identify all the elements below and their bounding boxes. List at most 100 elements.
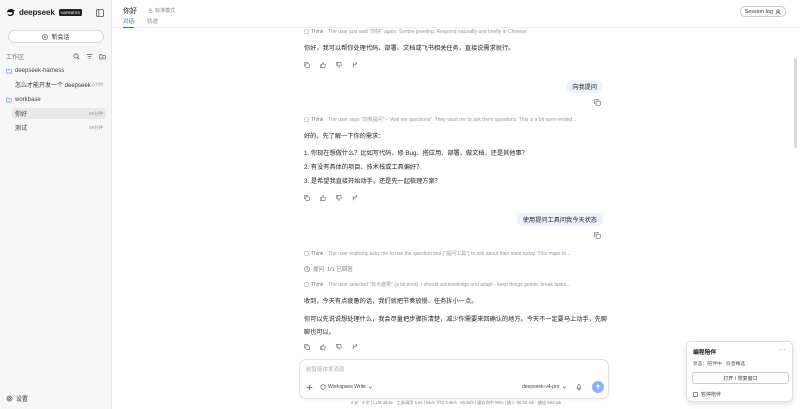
workspace-group-workbase[interactable]: workbase bbox=[6, 97, 41, 103]
composer: Workspace Write deepseek-v4-pro bbox=[299, 359, 609, 399]
list-item: 1. 你现在想做什么？比如写代码、修 Bug、搭应用、部署、做文档，还是其他事？ bbox=[304, 150, 528, 157]
workspace-header: 工作区 bbox=[6, 52, 106, 61]
thumbs-down-icon[interactable] bbox=[336, 344, 342, 350]
tab-trace[interactable]: 轨迹 bbox=[147, 17, 158, 27]
companion-panel: 编程陪伴 ··· 状态：陪伴中 · 抖音精选 打开 / 恢复窗口 暂停陪伴 bbox=[686, 341, 793, 402]
sidebar-toggle-icon[interactable] bbox=[96, 9, 104, 17]
copy-icon[interactable] bbox=[594, 99, 601, 106]
tool-status: 1/1 已回答 bbox=[327, 267, 353, 273]
think-text: · The user selected "有点疲惫" (a bit tired)… bbox=[325, 282, 571, 288]
branch-icon[interactable] bbox=[352, 195, 358, 201]
send-button[interactable] bbox=[592, 381, 604, 393]
think-block[interactable]: Think · The user says "向我提问" - "Ask me q… bbox=[304, 116, 602, 123]
session-item-active[interactable]: 你好 56分钟 bbox=[12, 108, 106, 119]
thumbs-down-icon[interactable] bbox=[336, 62, 342, 68]
pause-checkbox[interactable]: 暂停陪伴 bbox=[693, 391, 721, 398]
think-label: Think bbox=[311, 116, 324, 123]
open-window-button[interactable]: 打开 / 恢复窗口 bbox=[692, 372, 789, 384]
user-message: 使用提问工具问我今天状态 bbox=[516, 213, 603, 226]
session-log-label: Session log bbox=[744, 8, 773, 15]
workspace-mode-label: Workspace Write bbox=[328, 384, 366, 390]
session-time: 2小时 bbox=[91, 81, 103, 87]
brain-icon bbox=[304, 282, 309, 287]
settings-label: 设置 bbox=[16, 397, 29, 403]
assistant-message: 好的，先了解一下你的需求： bbox=[304, 133, 385, 140]
checkbox-box[interactable] bbox=[693, 392, 698, 397]
tab-chat[interactable]: 对话 bbox=[123, 17, 135, 28]
assistant-message: 收到，今天有点疲惫的话，我们就把节奏放慢、任务拆小一点。 bbox=[304, 298, 478, 305]
copy-icon[interactable] bbox=[304, 195, 310, 201]
deepseek-logo-icon bbox=[7, 9, 15, 17]
brand: deepseek HARNESS bbox=[6, 8, 83, 17]
thumbs-up-icon[interactable] bbox=[320, 344, 326, 350]
thumbs-down-icon[interactable] bbox=[336, 195, 342, 201]
session-log-button[interactable]: Session log bbox=[739, 6, 786, 17]
session-title: 测试 bbox=[15, 126, 28, 132]
filter-icon[interactable] bbox=[86, 53, 93, 60]
user-icon bbox=[775, 8, 781, 14]
model-selector[interactable]: deepseek-v4-pro bbox=[522, 384, 567, 390]
think-label: Think bbox=[311, 28, 324, 35]
more-icon[interactable]: ··· bbox=[779, 347, 787, 353]
workspace-title: 工作区 bbox=[6, 55, 25, 61]
topbar: 你好 标准模式 对话 轨迹 Session log bbox=[112, 0, 800, 28]
mode-indicator[interactable]: 标准模式 bbox=[148, 7, 175, 14]
tool-label: 提问 bbox=[313, 267, 325, 273]
page-title: 你好 bbox=[123, 8, 137, 15]
think-block[interactable]: Think · The user just said "你好" again. S… bbox=[304, 28, 602, 35]
arrow-up-icon bbox=[595, 384, 601, 390]
new-chat-label: 新会话 bbox=[51, 35, 70, 41]
search-icon[interactable] bbox=[73, 53, 80, 60]
new-chat-button[interactable]: 新会话 bbox=[8, 30, 104, 43]
session-item[interactable]: 怎么才能开发一个 deepseek... 2小时 bbox=[12, 79, 106, 90]
thumbs-up-icon[interactable] bbox=[320, 195, 326, 201]
settings-button[interactable]: 设置 bbox=[6, 394, 28, 403]
user-message: 向我提问 bbox=[566, 80, 603, 93]
think-text: · The user just said "你好" again. Simple … bbox=[325, 29, 528, 35]
think-label: Think bbox=[311, 281, 324, 288]
assistant-message: 你好，我可以帮你处理代码、部署、文档或飞书相关任务，直接说需求就行。 bbox=[304, 45, 515, 52]
copy-icon[interactable] bbox=[304, 62, 310, 68]
plus-icon[interactable] bbox=[306, 384, 313, 391]
session-title: 怎么才能开发一个 deepseek... bbox=[15, 83, 92, 89]
brain-icon bbox=[304, 29, 309, 34]
branch-icon[interactable] bbox=[352, 344, 358, 350]
session-item[interactable]: 测试 59分钟 bbox=[12, 122, 106, 133]
list-item: 3. 是希望我直接开始动手，还是先一起梳理方案？ bbox=[304, 178, 441, 185]
message-actions bbox=[304, 195, 358, 201]
lock-icon bbox=[148, 8, 153, 13]
copy-icon[interactable] bbox=[304, 344, 310, 350]
think-block[interactable]: Think · The user selected "有点疲惫" (a bit … bbox=[304, 281, 602, 288]
microphone-icon[interactable] bbox=[576, 384, 582, 391]
message-actions bbox=[304, 344, 358, 350]
session-time: 56分钟 bbox=[88, 110, 103, 116]
shield-icon bbox=[320, 384, 326, 390]
group-name: deepseek-harness bbox=[15, 68, 65, 74]
session-time: 59分钟 bbox=[88, 124, 103, 130]
assistant-message: 你可以先说说想处理什么，我会尽量把步骤拆清楚，减少你需要来回确认的地方。今天不一… bbox=[304, 316, 608, 336]
think-block[interactable]: Think · The user explicitly asks me to u… bbox=[304, 250, 602, 257]
branch-icon[interactable] bbox=[352, 62, 358, 68]
chat-area: Think · The user just said "你好" again. S… bbox=[112, 28, 800, 359]
brain-icon bbox=[304, 251, 309, 256]
chevron-down-icon bbox=[368, 386, 373, 389]
copy-icon[interactable] bbox=[594, 232, 601, 239]
panel-title: 编程陪伴 bbox=[693, 350, 717, 356]
thumbs-up-icon[interactable] bbox=[320, 62, 326, 68]
chevron-down-icon bbox=[562, 386, 566, 389]
brand-badge: HARNESS bbox=[58, 9, 83, 16]
think-text: · The user says "向我提问" - "Ask me questio… bbox=[325, 117, 577, 123]
question-circle-icon bbox=[304, 266, 310, 272]
group-name: workbase bbox=[15, 97, 41, 103]
new-folder-icon[interactable] bbox=[99, 53, 106, 60]
tool-call[interactable]: 提问 1/1 已回答 bbox=[304, 265, 353, 273]
workspace-group-deepseek-harness[interactable]: deepseek-harness bbox=[6, 68, 64, 74]
folder-icon bbox=[6, 68, 12, 74]
session-title: 你好 bbox=[15, 112, 28, 118]
message-input[interactable] bbox=[306, 365, 596, 375]
model-label: deepseek-v4-pro bbox=[522, 384, 560, 390]
gear-icon bbox=[6, 395, 13, 402]
list-item: 2. 有没有具体的项目、技术栈或工具偏好？ bbox=[304, 164, 423, 171]
workspace-mode-selector[interactable]: Workspace Write bbox=[320, 384, 373, 390]
chat-scrollbar[interactable] bbox=[794, 58, 797, 148]
